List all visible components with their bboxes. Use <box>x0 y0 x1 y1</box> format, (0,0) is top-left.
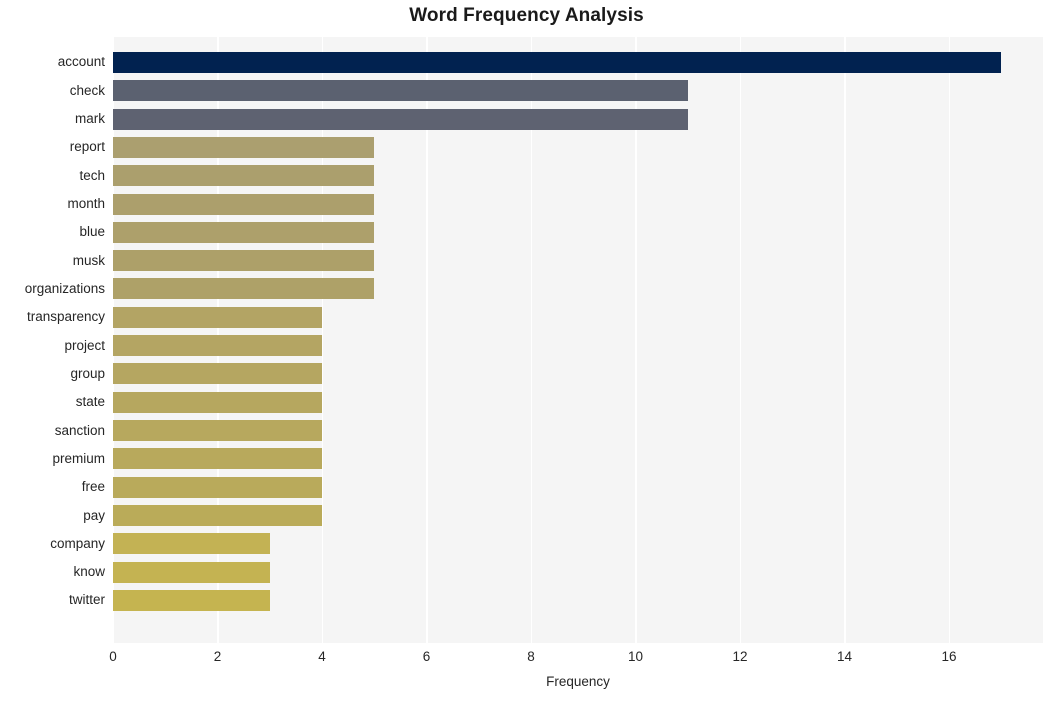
bar-pay[interactable] <box>113 505 322 526</box>
y-tick-label-mark: mark <box>75 111 105 127</box>
x-tick-label-16: 16 <box>941 649 957 664</box>
chart-title: Word Frequency Analysis <box>409 5 644 26</box>
bar-organizations[interactable] <box>113 278 375 300</box>
bar-row <box>113 190 1043 218</box>
x-tick-label-8: 8 <box>527 649 535 664</box>
bar-row <box>113 105 1043 133</box>
x-tick-label-2: 2 <box>213 649 222 664</box>
bar-blue[interactable] <box>113 221 375 243</box>
y-tick-label-free: free <box>81 479 105 495</box>
x-tick-label-6: 6 <box>422 649 431 664</box>
bar-row <box>113 473 1043 501</box>
y-tick-label-premium: premium <box>52 450 105 466</box>
bar-row <box>113 218 1043 246</box>
bar-free[interactable] <box>113 476 322 498</box>
bar-twitter[interactable] <box>113 589 270 611</box>
bar-row <box>113 586 1043 614</box>
x-tick-label-0: 0 <box>109 649 117 664</box>
y-tick-label-tech: tech <box>79 167 105 183</box>
plot-area <box>113 37 1043 643</box>
bar-row <box>113 530 1043 558</box>
bar-check[interactable] <box>113 80 688 102</box>
bar-row <box>113 445 1043 473</box>
bar-row <box>113 133 1043 161</box>
word-frequency-chart: Word Frequency Analysis account check mark… <box>0 0 1053 701</box>
y-tick-label-know: know <box>73 564 105 580</box>
bar-tech[interactable] <box>113 165 375 187</box>
bar-know[interactable] <box>113 561 270 583</box>
bar-row <box>113 501 1043 529</box>
bar-project[interactable] <box>113 335 322 357</box>
x-tick-label-12: 12 <box>732 649 748 664</box>
x-axis-title: Frequency <box>546 674 610 689</box>
y-axis-category-labels: account check mark report tech month blue musk o… <box>0 37 105 643</box>
bar-account[interactable] <box>113 51 1002 73</box>
bar-row <box>113 162 1043 190</box>
bar-row <box>113 247 1043 275</box>
bars-layer <box>113 37 1043 643</box>
y-tick-label-group: group <box>70 365 105 381</box>
x-axis-tick-labels: 0 2 4 6 8 10 12 14 16 <box>109 643 1043 667</box>
y-tick-label-transparency: transparency <box>26 309 105 325</box>
y-tick-label-organizations: organizations <box>24 280 105 296</box>
bar-row <box>113 360 1043 388</box>
bar-group[interactable] <box>113 363 322 385</box>
bar-month[interactable] <box>113 193 375 215</box>
y-tick-label-pay: pay <box>83 507 105 523</box>
y-tick-label-account: account <box>57 54 105 70</box>
y-tick-label-blue: blue <box>79 224 105 240</box>
y-tick-label-sanction: sanction <box>54 422 105 438</box>
y-tick-label-check: check <box>69 82 105 98</box>
bar-state[interactable] <box>113 391 322 413</box>
bar-row <box>113 303 1043 331</box>
bar-transparency[interactable] <box>113 306 322 328</box>
x-tick-label-14: 14 <box>836 649 852 664</box>
bar-musk[interactable] <box>113 250 375 272</box>
y-tick-label-twitter: twitter <box>68 592 105 608</box>
y-tick-label-report: report <box>69 139 105 155</box>
y-tick-label-musk: musk <box>72 252 105 268</box>
x-tick-label-4: 4 <box>318 649 326 664</box>
bar-row <box>113 275 1043 303</box>
bar-sanction[interactable] <box>113 420 322 442</box>
bar-row <box>113 77 1043 105</box>
bar-row <box>113 558 1043 586</box>
bar-report[interactable] <box>113 136 375 158</box>
bar-row <box>113 416 1043 444</box>
bar-row <box>113 48 1043 76</box>
x-tick-label-10: 10 <box>627 649 643 664</box>
bar-row <box>113 332 1043 360</box>
y-tick-label-month: month <box>67 196 105 212</box>
y-tick-label-project: project <box>64 337 105 353</box>
bar-premium[interactable] <box>113 448 322 470</box>
y-tick-label-company: company <box>50 535 105 551</box>
bar-row <box>113 388 1043 416</box>
bar-mark[interactable] <box>113 108 688 130</box>
y-tick-label-state: state <box>75 394 105 410</box>
bar-company[interactable] <box>113 533 270 555</box>
